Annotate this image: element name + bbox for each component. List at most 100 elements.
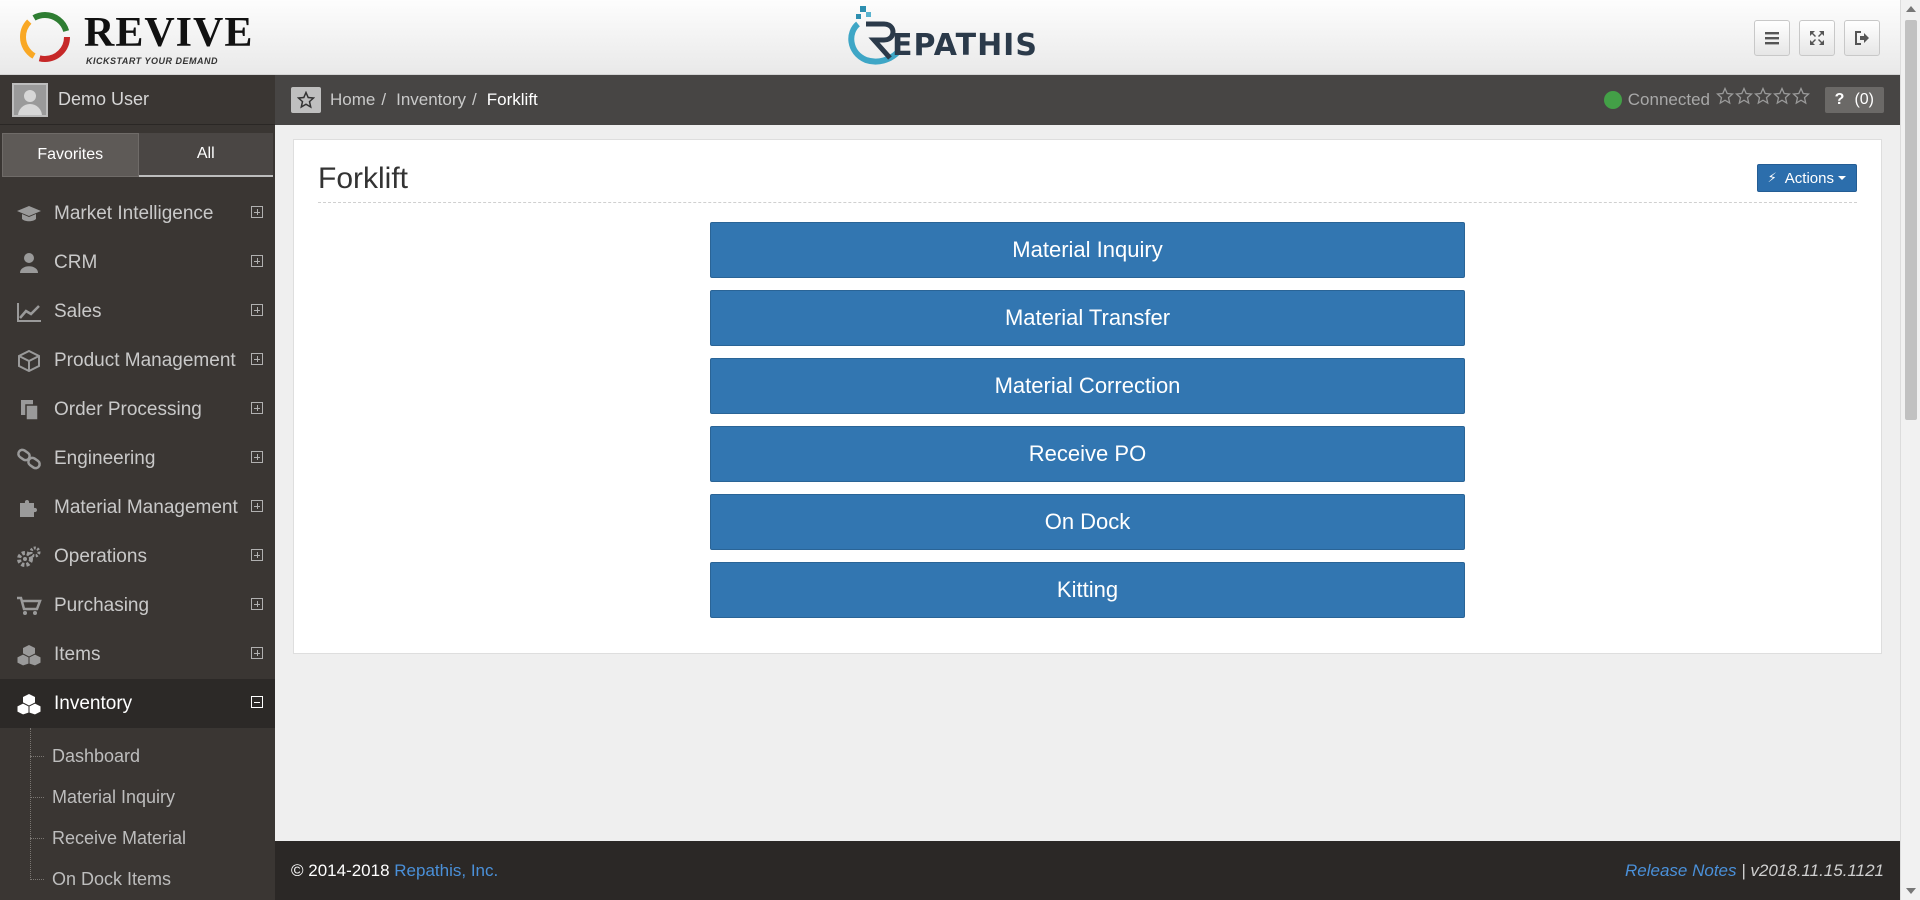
- scroll-up-icon[interactable]: [1906, 6, 1916, 12]
- expand-icon[interactable]: [251, 206, 263, 218]
- graduation-cap-icon: [17, 205, 41, 221]
- scroll-down-icon[interactable]: [1906, 888, 1916, 894]
- sidebar-item-label: Sales: [54, 300, 102, 322]
- cube-icon: [18, 349, 40, 372]
- expand-icon[interactable]: [251, 598, 263, 610]
- expand-icon[interactable]: [251, 451, 263, 463]
- sidebar-item-order-processing[interactable]: Order Processing: [0, 385, 275, 434]
- release-notes-link[interactable]: Release Notes: [1625, 861, 1737, 880]
- tab-all[interactable]: All: [138, 133, 273, 177]
- sidebar: Demo User Favorites All Market Intellige…: [0, 75, 275, 900]
- sidebar-item-inventory[interactable]: Inventory: [0, 679, 275, 728]
- breadcrumb-home[interactable]: Home: [330, 90, 375, 110]
- scrollbar-thumb[interactable]: [1905, 20, 1917, 420]
- title-divider: [318, 202, 1857, 203]
- forklift-actions: Material Inquiry Material Transfer Mater…: [710, 222, 1465, 630]
- inventory-submenu: Dashboard Material Inquiry Receive Mater…: [0, 728, 275, 900]
- kitting-button[interactable]: Kitting: [710, 562, 1465, 618]
- submenu-item-receive-material[interactable]: Receive Material: [0, 818, 275, 859]
- receive-po-button[interactable]: Receive PO: [710, 426, 1465, 482]
- page-scrollbar[interactable]: [1900, 0, 1920, 900]
- sidebar-item-market-intelligence[interactable]: Market Intelligence: [0, 189, 275, 238]
- star-outline-icon[interactable]: [1735, 87, 1753, 105]
- rating-stars[interactable]: [1715, 87, 1810, 105]
- sidebar-tabs: Favorites All: [2, 133, 273, 177]
- breadcrumb-separator: /: [472, 90, 477, 109]
- sidebar-item-crm[interactable]: CRM: [0, 238, 275, 287]
- sidebar-item-label: Market Intelligence: [54, 202, 214, 224]
- menu-toggle-button[interactable]: [1754, 20, 1790, 56]
- company-link[interactable]: Repathis, Inc.: [394, 861, 498, 880]
- sidebar-item-operations[interactable]: Operations: [0, 532, 275, 581]
- copyright-text: © 2014-2018: [291, 861, 390, 880]
- star-outline-icon[interactable]: [1754, 87, 1772, 105]
- star-outline-icon[interactable]: [1716, 87, 1734, 105]
- sidebar-menu: Market Intelligence CRM Sales Product Ma…: [0, 189, 275, 900]
- repathis-wordmark: EPATHIS: [892, 28, 1038, 63]
- cart-icon: [17, 596, 42, 615]
- sidebar-item-label: Product Management: [54, 349, 236, 371]
- user-name[interactable]: Demo User: [58, 89, 149, 110]
- help-button[interactable]: ? (0): [1824, 87, 1884, 113]
- expand-icon[interactable]: [251, 353, 263, 365]
- sidebar-item-label: Material Management: [54, 496, 238, 518]
- expand-icon[interactable]: [251, 255, 263, 267]
- fullscreen-button[interactable]: [1799, 20, 1835, 56]
- actions-label: Actions: [1784, 169, 1834, 187]
- breadcrumb-inventory[interactable]: Inventory: [396, 90, 466, 110]
- ribbon-bar: Home / Inventory / Forklift Connected ? (0…: [275, 75, 1900, 125]
- puzzle-icon: [20, 499, 37, 517]
- material-inquiry-button[interactable]: Material Inquiry: [710, 222, 1465, 278]
- actions-dropdown-button[interactable]: ⚡︎ Actions: [1756, 164, 1857, 192]
- sidebar-item-sales[interactable]: Sales: [0, 287, 275, 336]
- expand-icon[interactable]: [251, 402, 263, 414]
- help-count: (0): [1854, 91, 1874, 108]
- breadcrumb-current: Forklift: [486, 90, 538, 109]
- breadcrumb: Home / Inventory / Forklift: [330, 90, 544, 110]
- sidebar-item-items[interactable]: Items: [0, 630, 275, 679]
- top-header: REVIVE KICKSTART YOUR DEMAND EPATHIS: [0, 0, 1900, 75]
- cubes-icon: [16, 693, 42, 715]
- sidebar-item-label: Engineering: [54, 447, 156, 469]
- help-icon: ?: [1834, 91, 1845, 108]
- logout-button[interactable]: [1844, 20, 1880, 56]
- submenu-item-on-dock-items[interactable]: On Dock Items: [0, 859, 275, 900]
- page-title: Forklift: [318, 162, 408, 195]
- tab-favorites[interactable]: Favorites: [2, 133, 139, 177]
- revive-logo[interactable]: REVIVE KICKSTART YOUR DEMAND: [18, 6, 252, 68]
- breadcrumb-separator: /: [381, 90, 387, 109]
- sidebar-item-label: CRM: [54, 251, 98, 273]
- revive-tagline: KICKSTART YOUR DEMAND: [86, 56, 219, 66]
- submenu-item-dashboard[interactable]: Dashboard: [0, 736, 275, 777]
- sidebar-item-engineering[interactable]: Engineering: [0, 434, 275, 483]
- sidebar-item-purchasing[interactable]: Purchasing: [0, 581, 275, 630]
- status-indicator-icon: [1603, 91, 1622, 109]
- expand-icon[interactable]: [251, 647, 263, 659]
- on-dock-button[interactable]: On Dock: [710, 494, 1465, 550]
- user-icon: [20, 252, 38, 273]
- repathis-logo[interactable]: EPATHIS: [844, 2, 1054, 68]
- sidebar-item-product-management[interactable]: Product Management: [0, 336, 275, 385]
- cubes-icon: [16, 644, 42, 666]
- submenu-item-material-inquiry[interactable]: Material Inquiry: [0, 777, 275, 818]
- material-transfer-button[interactable]: Material Transfer: [710, 290, 1465, 346]
- avatar[interactable]: [12, 82, 48, 117]
- material-correction-button[interactable]: Material Correction: [710, 358, 1465, 414]
- favorite-page-button[interactable]: [291, 87, 321, 113]
- copyright: © 2014-2018 Repathis, Inc.: [291, 861, 498, 881]
- connection-status-label: Connected: [1627, 90, 1710, 109]
- bolt-icon: ⚡︎: [1767, 170, 1777, 185]
- sidebar-item-label: Purchasing: [54, 594, 150, 616]
- expand-icon[interactable]: [251, 549, 263, 561]
- expand-icon[interactable]: [251, 500, 263, 512]
- collapse-icon[interactable]: [251, 696, 263, 708]
- sidebar-item-material-management[interactable]: Material Management: [0, 483, 275, 532]
- star-outline-icon[interactable]: [1792, 87, 1810, 105]
- user-panel[interactable]: Demo User: [0, 75, 275, 125]
- expand-icon[interactable]: [251, 304, 263, 316]
- star-icon: [297, 91, 315, 109]
- sidebar-item-label: Items: [54, 643, 101, 665]
- star-outline-icon[interactable]: [1773, 87, 1791, 105]
- sidebar-item-label: Operations: [54, 545, 147, 567]
- logout-icon: [1855, 31, 1869, 45]
